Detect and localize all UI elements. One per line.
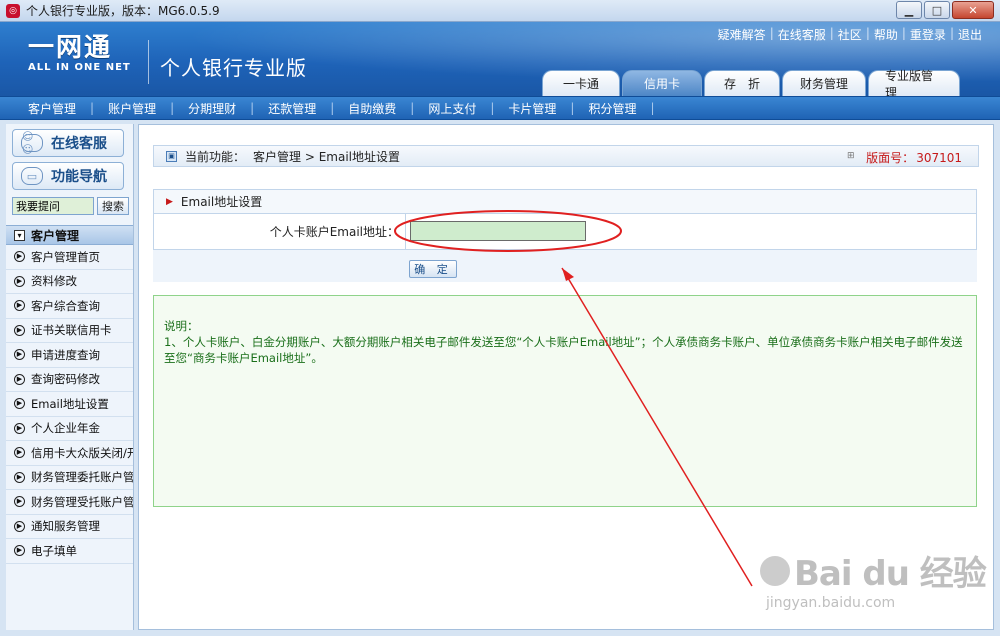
panel-title-text: Email地址设置 [180, 195, 263, 209]
sidebar-item-customer-query[interactable]: ▶ 客户综合查询 [6, 294, 133, 319]
email-field[interactable] [410, 221, 586, 241]
menu-card-management[interactable]: 卡片管理 [494, 100, 570, 117]
page-number: 版面号： 307101 [866, 151, 962, 165]
sidebar-item-cert-link[interactable]: ▶ 证书关联信用卡 [6, 319, 133, 343]
maximize-button[interactable]: □ [924, 1, 950, 19]
instructions-text: 1、个人卡账户、白金分期账户、大额分期账户相关电子邮件发送至您“个人卡账户Ema… [164, 335, 963, 365]
email-form-row: 个人卡账户Email地址： [153, 214, 977, 250]
sidebar-item-email-settings[interactable]: ▶ Email地址设置 [6, 392, 133, 417]
sidebar-section-customer-management[interactable]: ▾ 客户管理 [6, 225, 133, 245]
window-title-bar: ◎ 个人银行专业版，版本：MG6.0.5.9 ▁ □ ✕ [0, 0, 1000, 22]
sidebar-item-trustee-accounts[interactable]: ▶财务管理受托账户管理 [6, 490, 133, 515]
question-search-input[interactable] [12, 197, 94, 215]
function-nav-button[interactable]: ▭ 功能导航 [12, 162, 124, 190]
play-bullet-icon: ▶ [14, 447, 25, 459]
logo-divider [148, 40, 149, 84]
logo-main-text: 一网通 [28, 33, 113, 63]
close-button[interactable]: ✕ [952, 1, 994, 19]
form-actions: 确 定 [153, 250, 977, 282]
menu-customer-management[interactable]: 客户管理 [14, 100, 90, 117]
sidebar-item-password-edit[interactable]: ▶ 查询密码修改 [6, 368, 133, 392]
breadcrumb-path: 客户管理 > Email地址设置 [253, 149, 400, 164]
bank-app-icon: ◎ [6, 3, 20, 18]
email-field-label: 个人卡账户Email地址： [154, 214, 406, 249]
breadcrumb: ▣ 当前功能： 客户管理 > Email地址设置 ⊞ 版面号： 307101 [153, 145, 979, 167]
menu-self-payment[interactable]: 自助缴费 [334, 100, 410, 117]
section-title: 客户管理 [31, 228, 80, 243]
logo-sub-text: ALL IN ONE NET [28, 62, 131, 73]
link-community[interactable]: 社区 [834, 26, 866, 43]
play-bullet-icon: ▶ [14, 300, 25, 312]
online-service-button[interactable]: ☺☺ 在线客服 [12, 129, 124, 157]
product-tabs: 一卡通 信用卡 存 折 财务管理 专业版管理 [542, 69, 960, 96]
sidebar-item-notifications[interactable]: ▶ 通知服务管理 [6, 515, 133, 539]
top-links: 疑难解答 | 在线客服 | 社区 | 帮助 | 重登录 | 退出 [714, 26, 986, 43]
play-bullet-icon: ▶ [14, 545, 25, 557]
arrow-right-icon: ▶ [166, 196, 173, 207]
play-bullet-icon: ▶ [14, 275, 25, 287]
tab-pro-management[interactable]: 专业版管理 [868, 69, 960, 96]
menu-account-management[interactable]: 账户管理 [94, 100, 170, 117]
window-controls: ▁ □ ✕ [896, 1, 994, 19]
sidebar-item-public-toggle[interactable]: ▶ 信用卡大众版关闭/开 [6, 441, 133, 466]
play-bullet-icon: ▶ [14, 422, 25, 434]
tab-debit-card[interactable]: 一卡通 [542, 70, 620, 96]
link-help[interactable]: 帮助 [870, 26, 902, 43]
link-exit[interactable]: 退出 [954, 26, 986, 43]
instructions-title: 说明： [164, 319, 199, 333]
email-panel-title: ▶ Email地址设置 [153, 189, 977, 214]
tab-finance-management[interactable]: 财务管理 [782, 70, 866, 96]
menu-online-payment[interactable]: 网上支付 [414, 100, 490, 117]
tab-passbook[interactable]: 存 折 [704, 70, 780, 96]
brand-logo: 一网通 ALL IN ONE NET [28, 34, 138, 74]
sidebar-item-customer-home[interactable]: ▶ 客户管理首页 [6, 245, 133, 270]
sidebar-item-progress-query[interactable]: ▶ 申请进度查询 [6, 343, 133, 368]
watermark: Bai du 经验 jingyan.baidu.com [760, 546, 992, 630]
sidebar-item-entrusted-accounts[interactable]: ▶财务管理委托账户管理 [6, 466, 133, 490]
link-online-service[interactable]: 在线客服 [774, 26, 830, 43]
menu-installment[interactable]: 分期理财 [174, 100, 250, 117]
product-title: 个人银行专业版 [160, 56, 307, 80]
play-bullet-icon: ▶ [14, 349, 25, 361]
play-bullet-icon: ▶ [14, 471, 25, 483]
play-bullet-icon: ▶ [14, 496, 25, 508]
search-button[interactable]: 搜索 [97, 197, 129, 215]
sidebar-item-annuity[interactable]: ▶ 个人企业年金 [6, 417, 133, 441]
sidebar: ☺☺ 在线客服 ▭ 功能导航 搜索 ▾ 客户管理 ▶客户管理首页 ▶资料修改 ▶… [6, 124, 134, 630]
link-faq[interactable]: 疑难解答 [714, 26, 770, 43]
page-icon: ▣ [166, 150, 177, 162]
play-bullet-icon: ▶ [14, 373, 25, 385]
sidebar-item-profile-edit[interactable]: ▶ 资料修改 [6, 270, 133, 294]
tab-credit-card[interactable]: 信用卡 [622, 70, 702, 96]
people-icon: ☺☺ [21, 130, 43, 156]
play-bullet-icon: ▶ [14, 324, 25, 336]
collapse-icon: ▾ [14, 229, 25, 241]
header-banner: 一网通 ALL IN ONE NET 个人银行专业版 疑难解答 | 在线客服 | 社… [0, 22, 1000, 96]
play-bullet-icon: ▶ [14, 251, 25, 263]
instructions-box: 说明： 1、个人卡账户、白金分期账户、大额分期账户相关电子邮件发送至您“个人卡账… [153, 295, 977, 507]
online-service-label: 在线客服 [51, 136, 107, 152]
main-menu-bar: 客户管理 | 账户管理 | 分期理财 | 还款管理 | 自助缴费 | 网上支付 | 卡片管理… [0, 96, 1000, 120]
expand-icon[interactable]: ⊞ [847, 152, 856, 161]
play-bullet-icon: ▶ [14, 520, 25, 532]
function-nav-label: 功能导航 [51, 169, 107, 185]
paw-icon [760, 555, 790, 586]
watermark-url: jingyan.baidu.com [766, 595, 896, 611]
confirm-button[interactable]: 确 定 [409, 260, 457, 278]
link-relogin[interactable]: 重登录 [906, 26, 950, 43]
play-bullet-icon: ▶ [14, 398, 25, 410]
menu-repayment[interactable]: 还款管理 [254, 100, 330, 117]
sidebar-list: ▶ 客户管理首页 ▶ 资料修改 ▶ 客户综合查询 ▶ 证书关联信用卡 ▶ 申请进度查询 ▶… [6, 245, 133, 564]
breadcrumb-label: 当前功能： [185, 149, 246, 164]
menu-points-management[interactable]: 积分管理 [574, 100, 650, 117]
sidebar-search: 搜索 [12, 197, 133, 215]
book-icon: ▭ [21, 167, 43, 185]
minimize-button[interactable]: ▁ [896, 1, 922, 19]
sidebar-item-e-form[interactable]: ▶ 电子填单 [6, 539, 133, 564]
watermark-brand: Bai du 经验 [760, 546, 992, 595]
window-title: 个人银行专业版，版本：MG6.0.5.9 [26, 4, 220, 18]
